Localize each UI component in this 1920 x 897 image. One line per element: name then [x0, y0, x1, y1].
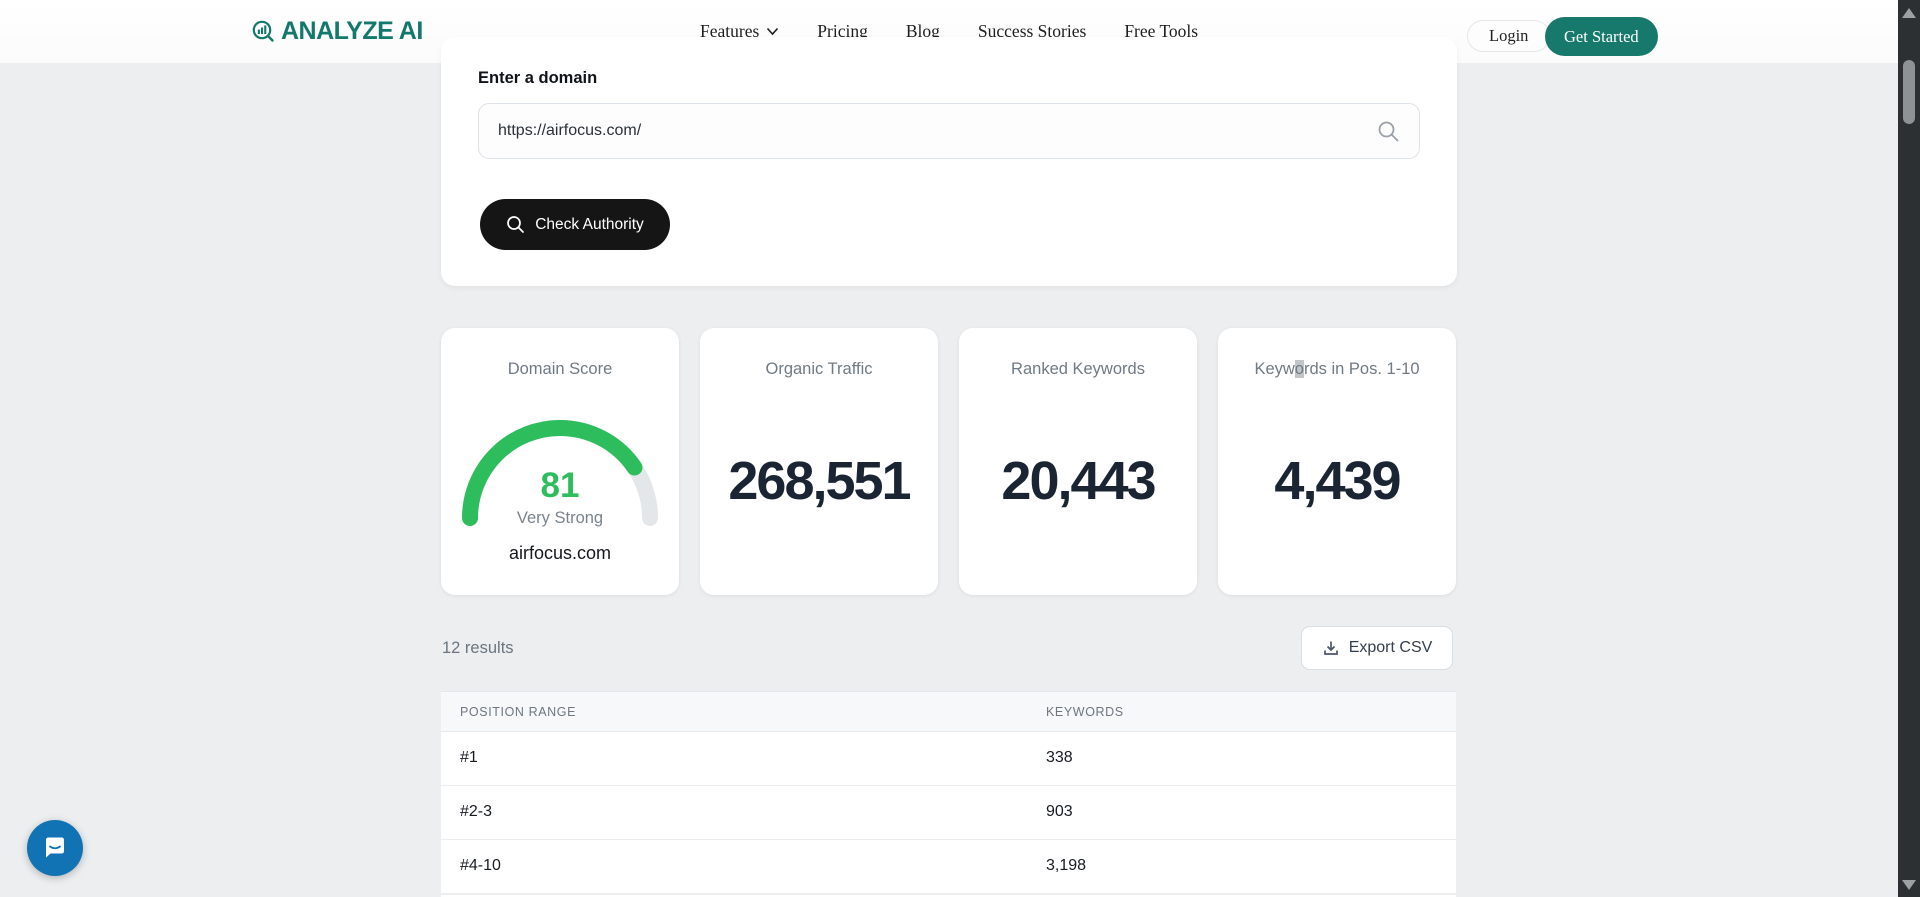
get-started-button[interactable]: Get Started [1545, 17, 1658, 56]
export-csv-label: Export CSV [1348, 639, 1433, 656]
cell-position-range: #4-10 [460, 857, 501, 874]
metric-label-part: rds in Pos. 1-10 [1303, 360, 1420, 378]
logo-text: ANALYZE AI [281, 17, 423, 45]
metric-label-part: Keyw [1254, 360, 1295, 378]
cell-keywords: 903 [1046, 803, 1073, 820]
login-button[interactable]: Login [1467, 20, 1551, 52]
chevron-down-icon [767, 27, 779, 36]
check-authority-label: Check Authority [535, 215, 644, 233]
magnifier-chart-icon [252, 20, 274, 42]
metric-value: 20,443 [1001, 451, 1156, 511]
scrollbar-down-arrow[interactable] [1902, 880, 1916, 890]
domain-score-value: 81 [540, 466, 580, 505]
table-header-row: POSITION RANGE KEYWORDS [441, 691, 1456, 732]
metric-card-keywords-pos-1-10: Keywords in Pos. 1-10 4,439 [1218, 328, 1456, 595]
column-header-keywords: KEYWORDS [1046, 705, 1124, 719]
domain-input[interactable] [478, 103, 1420, 159]
logo[interactable]: ANALYZE AI [251, 0, 423, 63]
table-row[interactable]: #2-3 903 [441, 786, 1456, 840]
domain-input-wrap [478, 103, 1420, 159]
results-count: 12 results [442, 639, 514, 657]
position-range-table: POSITION RANGE KEYWORDS #1 338 #2-3 903 … [441, 691, 1456, 894]
metric-card-domain-score: Domain Score 81 Very Strong airfocus.com [441, 328, 679, 595]
scrollbar-thumb[interactable] [1903, 60, 1915, 124]
chat-widget-button[interactable] [27, 820, 83, 876]
domain-input-label: Enter a domain [478, 69, 598, 87]
table-row[interactable]: #4-10 3,198 [441, 840, 1456, 894]
cell-position-range: #2-3 [460, 803, 493, 820]
check-authority-button[interactable]: Check Authority [480, 199, 670, 250]
metric-label: Domain Score [507, 360, 613, 378]
scrollbar-up-arrow[interactable] [1902, 8, 1916, 18]
metric-card-organic-traffic: Organic Traffic 268,551 [700, 328, 938, 595]
domain-score-domain: airfocus.com [508, 543, 612, 563]
export-csv-button[interactable]: Export CSV [1301, 626, 1453, 670]
scrollbar[interactable] [1898, 0, 1920, 897]
metric-label: Organic Traffic [765, 360, 873, 378]
domain-score-rating: Very Strong [516, 509, 604, 527]
table-row[interactable]: #1 338 [441, 732, 1456, 786]
metric-card-ranked-keywords: Ranked Keywords 20,443 [959, 328, 1197, 595]
domain-search-card: Enter a domain Check Authority [441, 37, 1457, 286]
column-header-position-range: POSITION RANGE [460, 705, 577, 719]
search-icon [1378, 121, 1399, 142]
metric-value: 4,439 [1274, 451, 1401, 511]
metric-label-selection-highlight: o [1294, 360, 1304, 378]
cell-keywords: 3,198 [1046, 857, 1087, 874]
metric-label: Ranked Keywords [1011, 360, 1145, 378]
chat-bubble-icon [46, 837, 64, 858]
search-icon [507, 216, 525, 233]
cell-position-range: #1 [460, 749, 478, 766]
metric-value: 268,551 [728, 451, 911, 511]
cell-keywords: 338 [1046, 749, 1073, 766]
download-icon [1323, 641, 1338, 655]
metric-label: Keywords in Pos. 1-10 [1218, 360, 1456, 379]
